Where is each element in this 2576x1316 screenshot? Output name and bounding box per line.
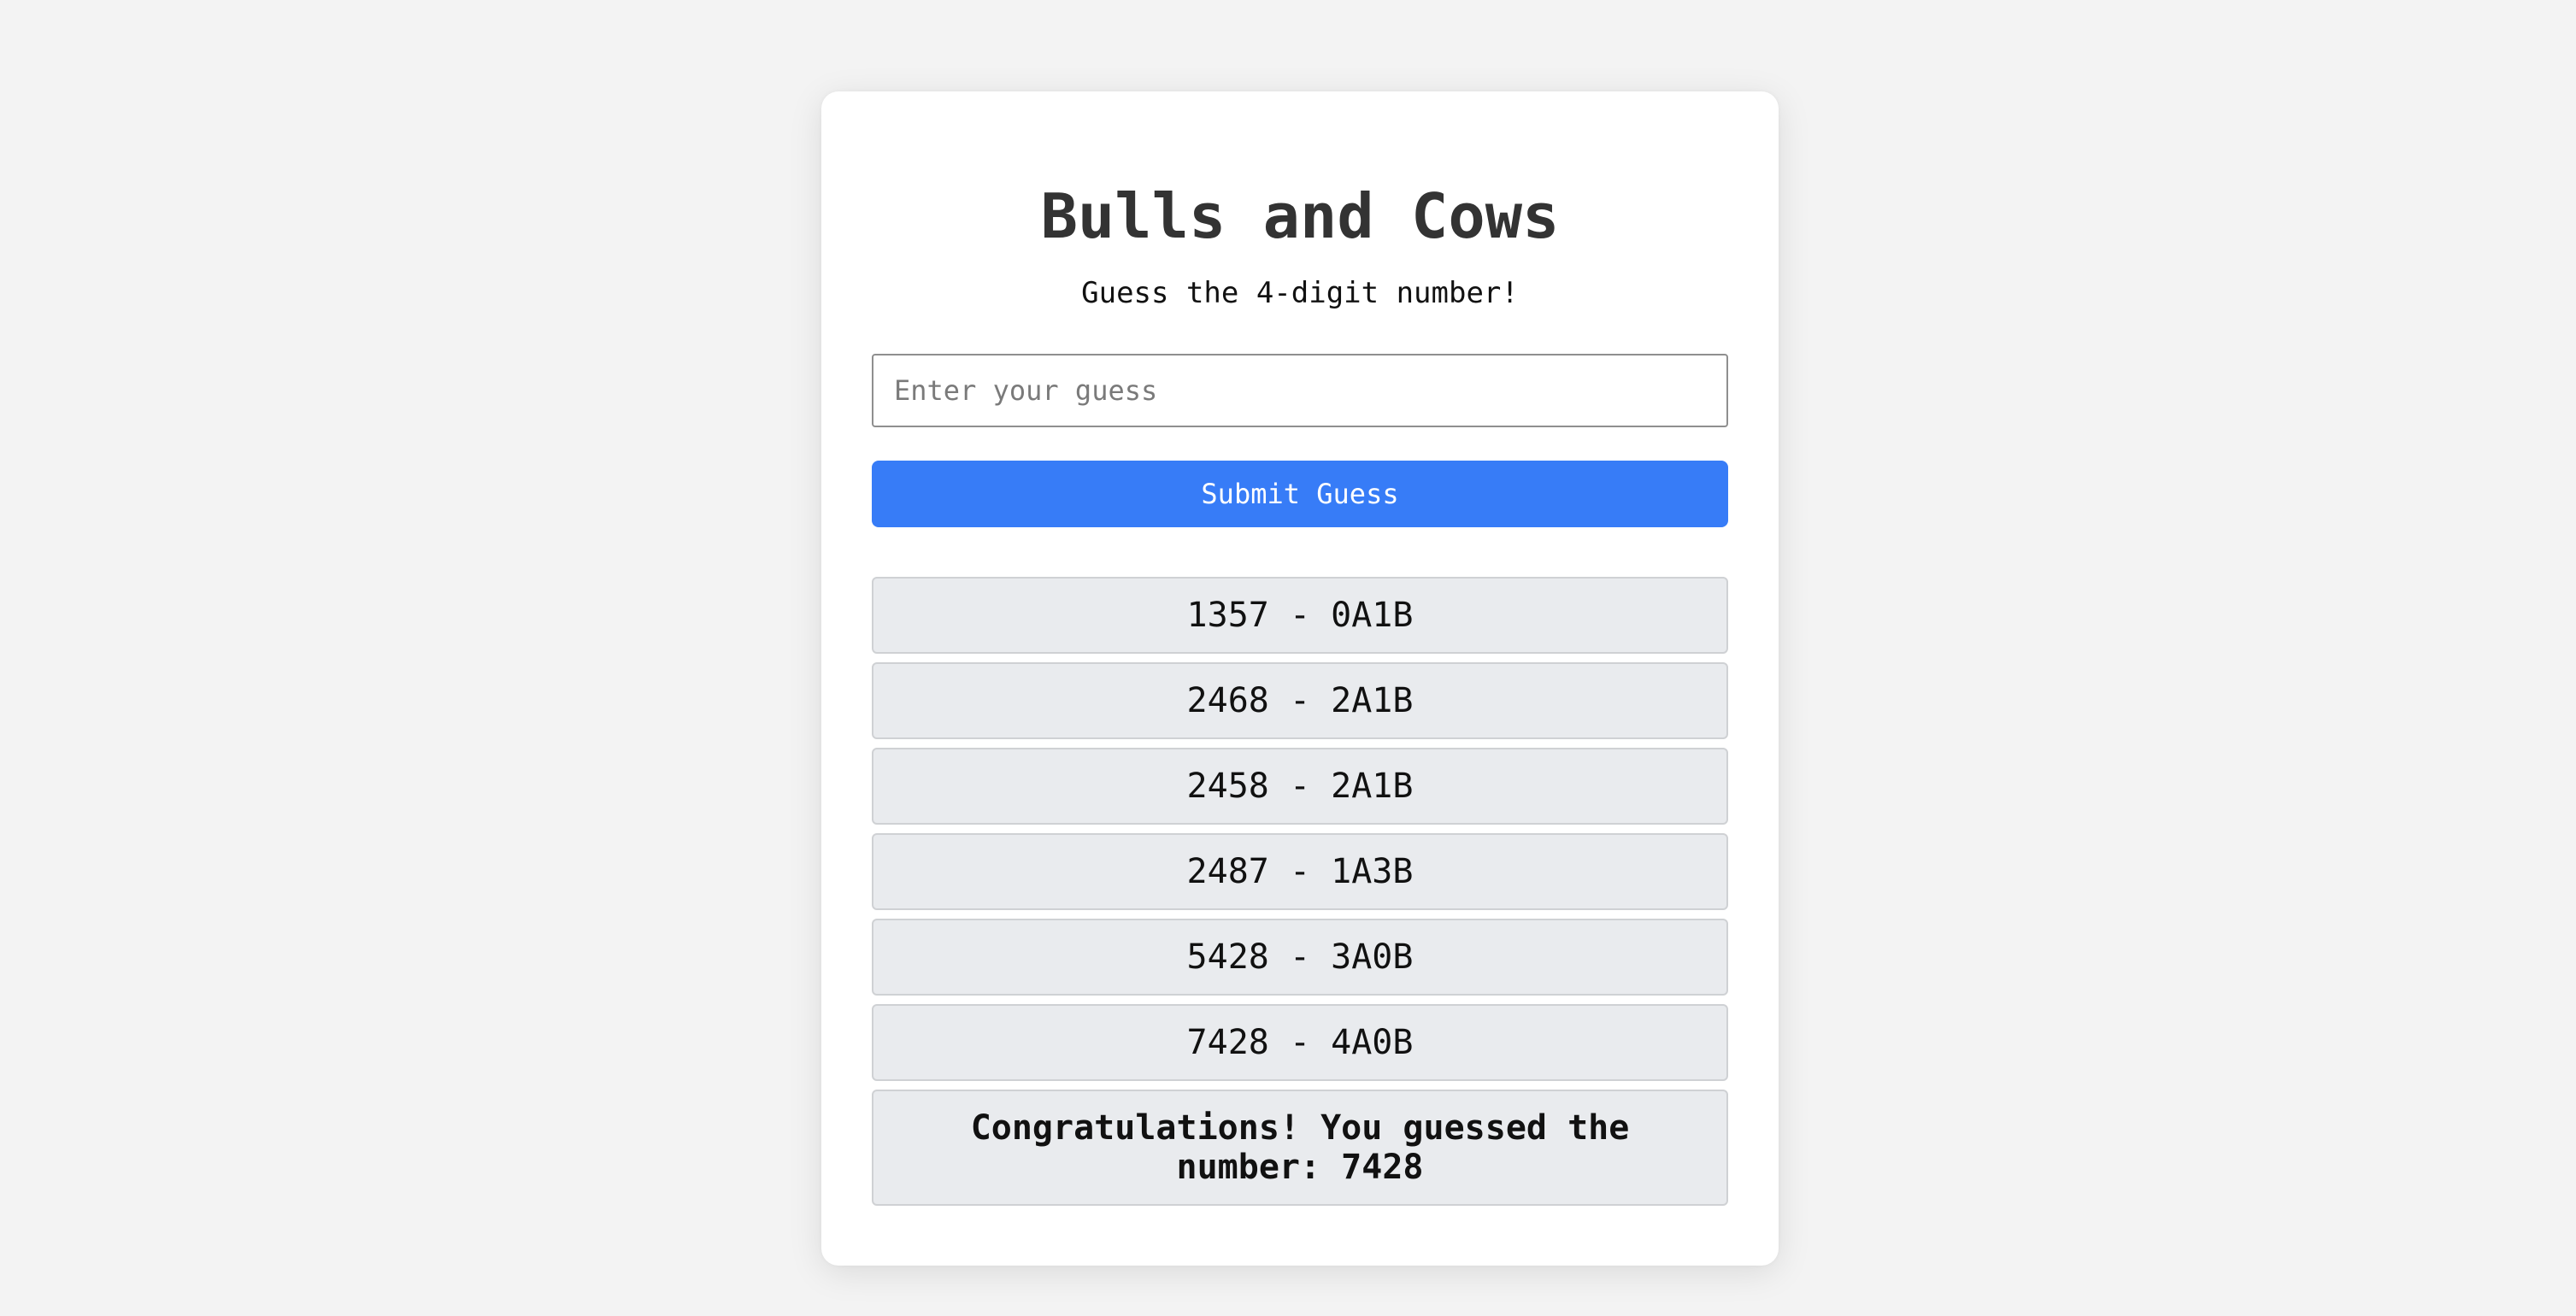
guess-result-row: 2487 - 1A3B bbox=[872, 833, 1728, 910]
success-message: Congratulations! You guessed the number:… bbox=[872, 1090, 1728, 1206]
guess-result-row: 2468 - 2A1B bbox=[872, 662, 1728, 739]
submit-guess-button[interactable]: Submit Guess bbox=[872, 461, 1728, 527]
page-subtitle: Guess the 4-digit number! bbox=[1081, 276, 1519, 310]
page-title: Bulls and Cows bbox=[1040, 180, 1560, 252]
guess-result-row: 1357 - 0A1B bbox=[872, 577, 1728, 654]
guess-history: 1357 - 0A1B 2468 - 2A1B 2458 - 2A1B 2487… bbox=[872, 577, 1728, 1206]
guess-result-row: 7428 - 4A0B bbox=[872, 1004, 1728, 1081]
guess-result-row: 5428 - 3A0B bbox=[872, 919, 1728, 996]
game-card: Bulls and Cows Guess the 4-digit number!… bbox=[821, 91, 1779, 1266]
guess-result-row: 2458 - 2A1B bbox=[872, 748, 1728, 825]
guess-input[interactable] bbox=[872, 354, 1728, 427]
